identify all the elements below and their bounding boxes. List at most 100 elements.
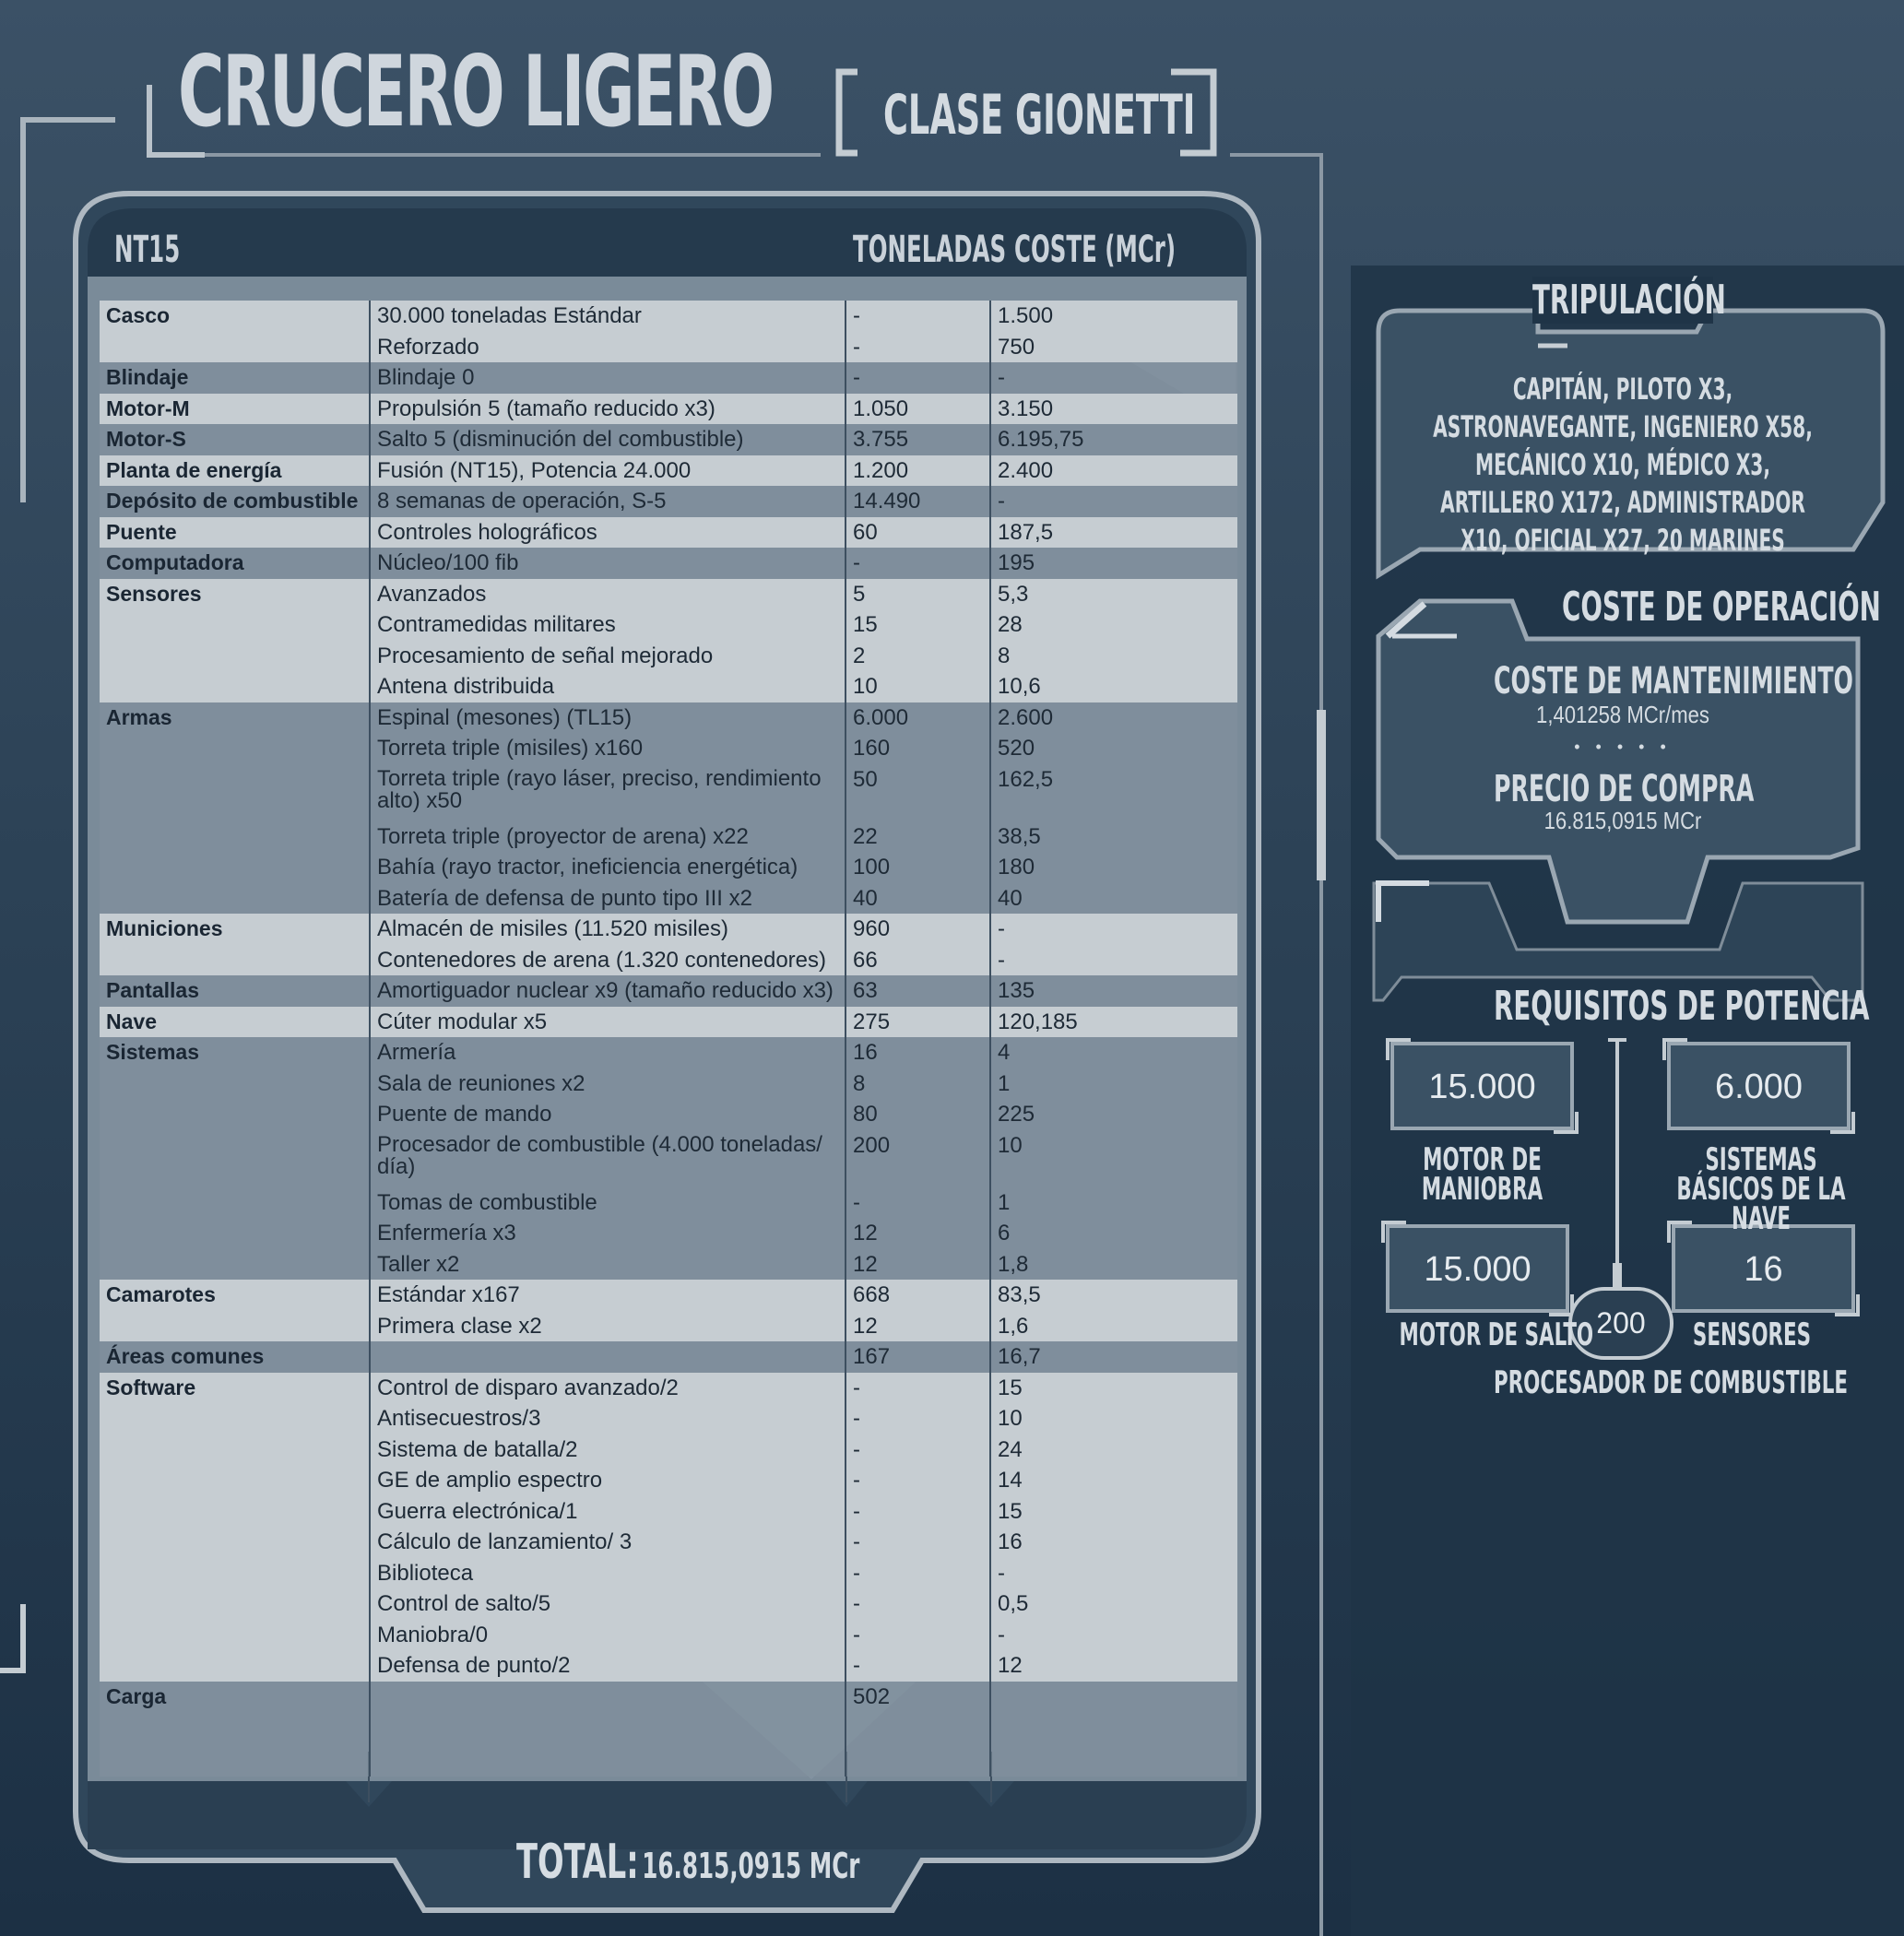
row-category <box>100 1588 370 1620</box>
row-item: Taller x2 <box>369 1248 846 1280</box>
row-tons: 8 <box>845 1068 990 1099</box>
table-row: Blindaje Blindaje 0-- <box>100 362 1237 394</box>
row-item: 30.000 toneladas Estándar <box>369 301 846 332</box>
row-cost: 135 <box>989 975 1237 1007</box>
total-line: TOTAL: 16.815,0915 MCr <box>516 1835 859 1890</box>
table-filler-row <box>100 1712 1237 1777</box>
row-tons: 160 <box>845 733 990 764</box>
table-row: Biblioteca - - <box>100 1557 1237 1588</box>
row-tons: - <box>845 301 990 332</box>
table-row: Camarotes Estándar x167 668 83,5 <box>100 1280 1237 1311</box>
row-tons: 668 <box>845 1280 990 1311</box>
row-cost: 520 <box>989 733 1237 764</box>
jump-power-value: 15.000 <box>1424 1250 1531 1289</box>
row-tons: - <box>845 1372 990 1403</box>
basic-systems-power-value: 6.000 <box>1714 1068 1803 1106</box>
row-category: Planta de energía <box>100 454 370 486</box>
table-row: Defensa de punto/2-12 <box>100 1650 1237 1682</box>
row-cost: 12 <box>989 1650 1237 1682</box>
table-row: Reforzado -750 <box>100 331 1237 362</box>
row-category <box>100 1218 370 1249</box>
row-cost: 5,3 <box>989 578 1237 609</box>
table-row: Batería de defensa de punto tipo III x2 4… <box>100 882 1237 914</box>
table-row: Tomas de combustible -1 <box>100 1186 1237 1218</box>
row-item: Contramedidas militares <box>369 609 846 641</box>
row-category: Carga <box>100 1681 370 1712</box>
row-category: Armas <box>100 702 370 733</box>
separator-dots: • • • • • <box>1574 738 1672 756</box>
purchase-value: 16.815,0915 MCr <box>1543 807 1702 834</box>
row-cost: 10 <box>989 1129 1237 1187</box>
table-header: NT15 TONELADAS COSTE (MCr) <box>85 219 1247 275</box>
table-row: Torreta triple (misiles) x160 160 520 <box>100 733 1237 764</box>
table-row: Primera clase x2 12 1,6 <box>100 1310 1237 1341</box>
page-title: CRUCERO LIGERO <box>178 35 775 148</box>
row-category <box>100 1557 370 1588</box>
row-cost: - <box>989 486 1237 517</box>
row-tons: - <box>845 1465 990 1496</box>
row-cost: 2.600 <box>989 702 1237 733</box>
row-category: Municiones <box>100 914 370 945</box>
row-category <box>100 1403 370 1434</box>
table-row: Enfermería x3 12 6 <box>100 1218 1237 1249</box>
row-tons: 40 <box>845 882 990 914</box>
row-item: Núcleo/100 fib <box>369 548 846 579</box>
table-row: Computadora Núcleo/100 fib -195 <box>100 548 1237 579</box>
row-item: Antisecuestros/3 <box>369 1403 846 1434</box>
table-row: Sala de reuniones x2 8 1 <box>100 1068 1237 1099</box>
row-item: Procesador de combustible (4.000 tonelad… <box>369 1129 846 1187</box>
table-row: Control de salto/5-0,5 <box>100 1588 1237 1620</box>
row-cost: 162,5 <box>989 763 1237 821</box>
row-cost: 225 <box>989 1099 1237 1130</box>
row-category <box>100 852 370 883</box>
row-category <box>100 1068 370 1099</box>
row-tons: - <box>845 362 990 394</box>
table-row: Planta de energía Fusión (NT15), Potencia… <box>100 454 1237 486</box>
power-title: REQUISITOS DE POTENCIA <box>1494 983 1870 1030</box>
row-cost: 15 <box>989 1495 1237 1527</box>
row-item: Control de disparo avanzado/2 <box>369 1372 846 1403</box>
table-row: Motor-S Salto 5 (disminución del combusti… <box>100 424 1237 455</box>
table-row: Municiones Almacén de misiles (11.520 mis… <box>100 914 1237 945</box>
row-item: Blindaje 0 <box>369 362 846 394</box>
crew-list: CAPITÁN, PILOTO X3, ASTRONAVEGANTE, INGE… <box>1433 372 1813 558</box>
row-cost: 28 <box>989 609 1237 641</box>
row-cost: 180 <box>989 852 1237 883</box>
row-category <box>100 820 370 852</box>
row-item: GE de amplio espectro <box>369 1465 846 1496</box>
row-item: Amortiguador nuclear x9 (tamaño reducido… <box>369 975 846 1007</box>
fuel-processor-power-value: 200 <box>1596 1306 1646 1340</box>
table-row: Pantallas Amortiguador nuclear x9 (tamaño… <box>100 975 1237 1007</box>
row-category: Blindaje <box>100 362 370 394</box>
row-tons: 22 <box>845 820 990 852</box>
row-tons: - <box>845 1557 990 1588</box>
table-row: Antena distribuida 10 10,6 <box>100 671 1237 702</box>
row-category: Casco <box>100 301 370 332</box>
row-category <box>100 609 370 641</box>
row-item: Batería de defensa de punto tipo III x2 <box>369 882 846 914</box>
row-cost: 4 <box>989 1037 1237 1068</box>
cost-header: COSTE (MCr) <box>1014 229 1177 271</box>
row-tons: - <box>845 1527 990 1558</box>
row-cost <box>989 1681 1237 1712</box>
row-category <box>100 1099 370 1130</box>
row-tons: 63 <box>845 975 990 1007</box>
filler-cell <box>369 1712 846 1777</box>
row-item: Controles holográficos <box>369 516 846 548</box>
row-tons: 12 <box>845 1248 990 1280</box>
purchase-label: PRECIO DE COMPRA <box>1494 768 1755 810</box>
row-category: Sensores <box>100 578 370 609</box>
row-cost: 6.195,75 <box>989 424 1237 455</box>
table-row: Casco 30.000 toneladas Estándar -1.500 <box>100 301 1237 332</box>
row-cost: 15 <box>989 1372 1237 1403</box>
table-row: Sensores Avanzados 5 5,3 <box>100 578 1237 609</box>
row-item: Enfermería x3 <box>369 1218 846 1249</box>
row-cost: 1,8 <box>989 1248 1237 1280</box>
row-category <box>100 1650 370 1682</box>
row-category: Depósito de combustible <box>100 486 370 517</box>
row-item: Armería <box>369 1037 846 1068</box>
row-category <box>100 671 370 702</box>
row-tons: 200 <box>845 1129 990 1187</box>
row-tons: - <box>845 1650 990 1682</box>
row-item: Maniobra/0 <box>369 1619 846 1650</box>
